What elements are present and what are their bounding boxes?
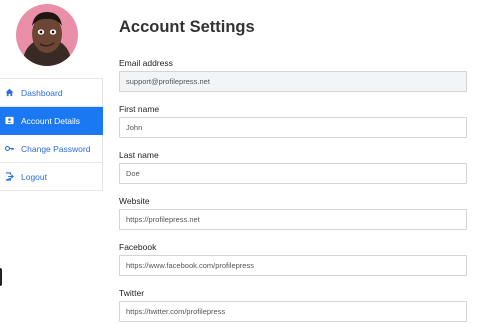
email-label: Email address (119, 58, 173, 68)
avatar (16, 4, 78, 66)
email-field[interactable] (119, 71, 467, 92)
sidebar-item-change-password[interactable]: Change Password (0, 135, 103, 163)
twitter-label: Twitter (119, 288, 145, 298)
last-name-label: Last name (119, 150, 159, 160)
sidebar-item-label: Account Details (21, 115, 81, 126)
logout-icon (5, 172, 14, 181)
sidebar-item-label: Dashboard (21, 87, 63, 98)
id-card-icon (5, 116, 14, 125)
website-label: Website (119, 196, 150, 206)
sidebar-item-account-details[interactable]: Account Details (0, 107, 103, 135)
edge-handle (0, 268, 2, 286)
sidebar-item-logout[interactable]: Logout (0, 163, 103, 191)
sidebar-item-label: Logout (21, 171, 47, 182)
key-icon (5, 144, 14, 153)
facebook-field[interactable] (119, 255, 467, 276)
website-field[interactable] (119, 209, 467, 230)
sidebar-item-label: Change Password (21, 143, 91, 154)
first-name-label: First name (119, 104, 160, 114)
home-icon (5, 88, 14, 97)
facebook-label: Facebook (119, 242, 157, 252)
user-photo (16, 4, 78, 66)
account-sidebar: Dashboard Account Details Change Passwor… (0, 78, 103, 191)
sidebar-item-dashboard[interactable]: Dashboard (0, 79, 103, 107)
page-title: Account Settings (119, 18, 255, 36)
last-name-field[interactable] (119, 163, 467, 184)
first-name-field[interactable] (119, 117, 467, 138)
twitter-field[interactable] (119, 301, 467, 322)
